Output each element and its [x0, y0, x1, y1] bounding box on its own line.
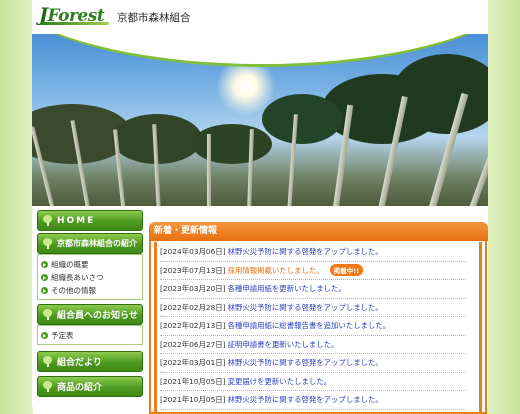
- submenu-item-schedule[interactable]: 予定表: [41, 329, 139, 342]
- list-item: [2024年03月06日] 林野火災予防に関する啓発をアップしました。: [160, 243, 466, 262]
- news-panel: 新着・更新情報 [2024年03月06日] 林野火災予防に関する啓発をアップしまし…: [149, 222, 488, 414]
- sidebar-item-label: 組合員へのお知らせ: [57, 311, 138, 321]
- news-title: 新着・更新情報: [149, 222, 488, 241]
- sidebar-item-label: HOME: [57, 215, 96, 226]
- hero-image: [32, 34, 488, 206]
- list-item: [2023年07月13日] 採用情報掲載いたしました。 掲載中!!: [160, 262, 466, 280]
- news-link[interactable]: 変更届けを更新いたしました。: [228, 376, 331, 387]
- list-item: [2022年03月01日] 林野火災予防に関する啓発をアップしました。: [160, 354, 466, 373]
- submenu-item-other-info[interactable]: その他の情報: [41, 284, 139, 297]
- news-link[interactable]: 林野火災予防に関する啓発をアップしました。: [228, 357, 383, 368]
- submenu-item-organization[interactable]: 組織の概要: [41, 258, 139, 271]
- news-link[interactable]: 林野火災予防に関する啓発をアップしました。: [228, 246, 383, 257]
- page: JForest 京都市森林組合 HOME 京都市森林組合の紹介 組織の概要 組織…: [32, 0, 488, 414]
- news-link[interactable]: 証明申請書を更新いたしました。: [228, 339, 339, 350]
- sidebar-item-label: 組合だより: [57, 358, 102, 368]
- news-list: [2024年03月06日] 林野火災予防に関する啓発をアップしました。 [2023…: [160, 243, 466, 410]
- news-link[interactable]: 各種申請用紙を更新いたしました。: [228, 283, 346, 294]
- sidebar-item-about[interactable]: 京都市森林組合の紹介: [37, 233, 143, 254]
- sidebar-item-member-notices[interactable]: 組合員へのお知らせ: [37, 304, 143, 325]
- logo-swoosh-icon: [41, 22, 109, 25]
- news-link[interactable]: 林野火災予防に関する啓発をアップしました。: [228, 302, 383, 313]
- tree-icon: [42, 309, 53, 320]
- arrow-bullet-icon: [41, 261, 48, 268]
- tree-icon: [42, 215, 53, 226]
- news-link[interactable]: 採用情報掲載いたしました。: [228, 265, 324, 276]
- sidebar-item-home[interactable]: HOME: [37, 210, 143, 231]
- member-submenu: 予定表: [37, 325, 143, 345]
- about-submenu: 組織の概要 組織長あいさつ その他の情報: [37, 254, 143, 300]
- org-name: 京都市森林組合: [117, 12, 191, 24]
- news-link[interactable]: 各種申請用紙に総書報告書を追加いたしました。: [228, 320, 391, 331]
- list-item: [2022年02月28日] 林野火災予防に関する啓発をアップしました。: [160, 299, 466, 317]
- sidebar-nav: HOME 京都市森林組合の紹介 組織の概要 組織長あいさつ その他の情報 組合員…: [37, 210, 143, 399]
- site-header: JForest 京都市森林組合: [32, 0, 488, 34]
- tree-icon: [42, 238, 53, 249]
- list-item: [2021年10月05日] 変更届けを更新いたしました。: [160, 373, 466, 391]
- sidebar-item-products[interactable]: 商品の紹介: [37, 376, 143, 397]
- news-link[interactable]: 林野火災予防に関する啓発をアップしました。: [228, 394, 383, 405]
- arrow-bullet-icon: [41, 274, 48, 281]
- arrow-bullet-icon: [41, 287, 48, 294]
- tree-icon: [42, 356, 53, 367]
- sidebar-item-newsletter[interactable]: 組合だより: [37, 351, 143, 372]
- list-item: [2023年03月20日] 各種申請用紙を更新いたしました。: [160, 280, 466, 299]
- list-item: [2022年06月27日] 証明申請書を更新いたしました。: [160, 336, 466, 354]
- list-item: [2022年02月13日] 各種申請用紙に総書報告書を追加いたしました。: [160, 317, 466, 336]
- tree-icon: [42, 381, 53, 392]
- arrow-bullet-icon: [41, 332, 48, 339]
- sidebar-item-label: 京都市森林組合の紹介: [57, 239, 137, 248]
- sidebar-item-label: 商品の紹介: [57, 383, 103, 393]
- submenu-item-greeting[interactable]: 組織長あいさつ: [41, 271, 139, 284]
- status-badge: 掲載中!!: [329, 264, 364, 277]
